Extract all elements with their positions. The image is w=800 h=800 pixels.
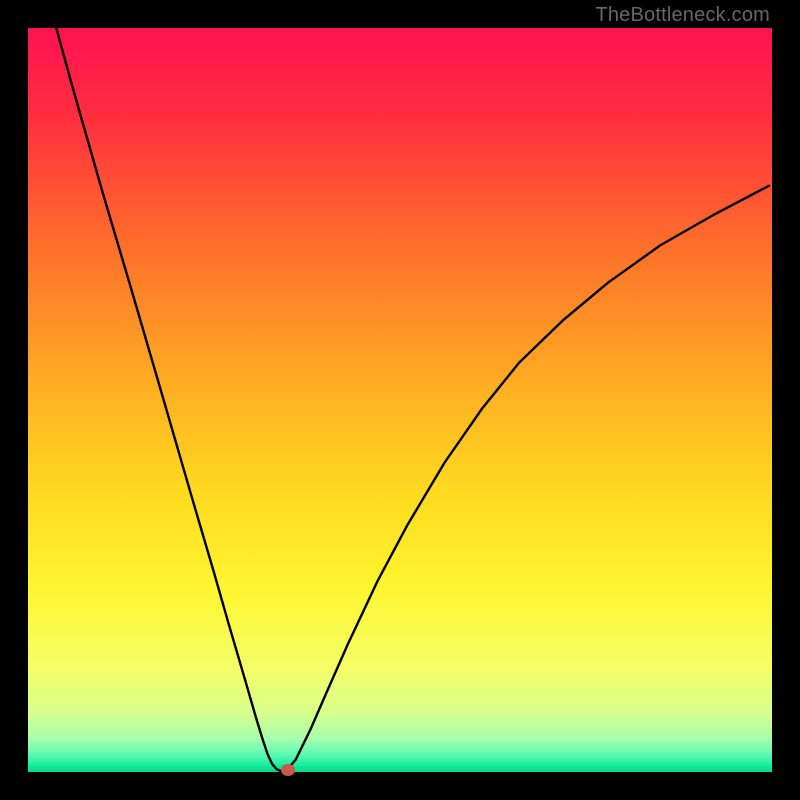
chart-canvas — [28, 28, 772, 772]
watermark-text: TheBottleneck.com — [595, 4, 770, 27]
gradient-background — [28, 28, 772, 772]
optimal-point-marker — [281, 764, 295, 776]
chart-frame — [28, 28, 772, 772]
